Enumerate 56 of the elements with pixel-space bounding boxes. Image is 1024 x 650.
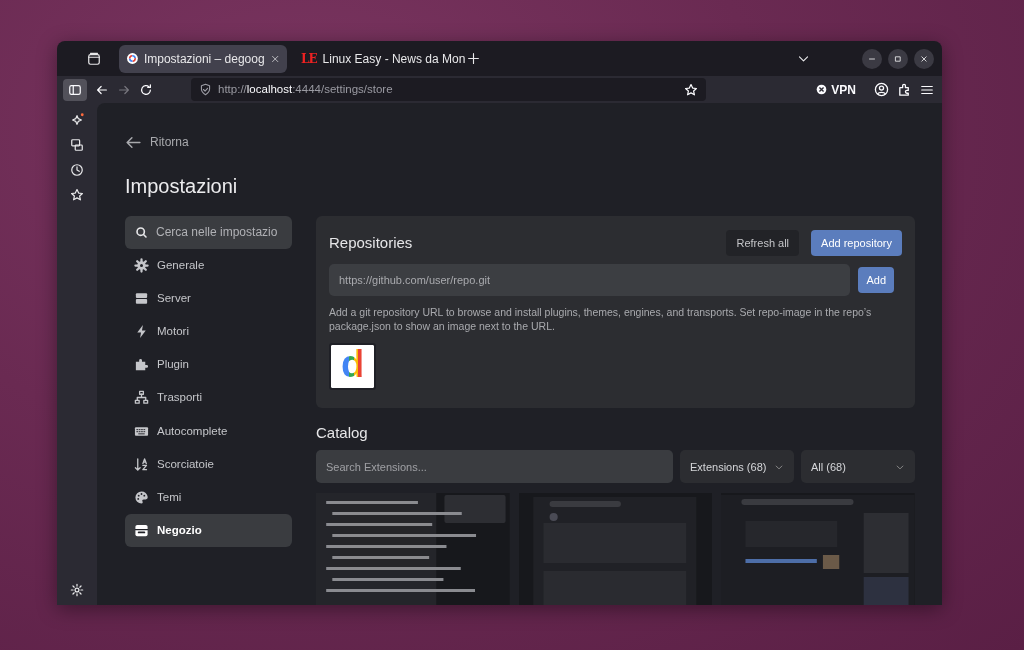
add-button[interactable]: Add xyxy=(858,266,894,294)
settings-nav-item[interactable]: Autocomplete xyxy=(125,414,292,448)
section-title: Repositories xyxy=(329,233,414,252)
new-tab-icon[interactable] xyxy=(467,52,480,65)
extension-search-field[interactable]: Search Extensions... xyxy=(316,450,673,484)
tab-overview-icon[interactable] xyxy=(87,51,101,66)
server-icon xyxy=(134,290,149,306)
bookmark-star-icon[interactable] xyxy=(684,82,698,97)
favicon-icon xyxy=(127,52,138,65)
bookmarks-icon[interactable] xyxy=(70,188,84,202)
settings-nav-item[interactable]: Motori xyxy=(125,315,292,349)
vpn-off-icon xyxy=(816,84,828,95)
history-icon[interactable] xyxy=(70,163,84,177)
settings-icon[interactable] xyxy=(70,583,84,597)
back-link[interactable]: Ritorna xyxy=(125,133,189,151)
address-bar[interactable]: http://localhost:4444/settings/store xyxy=(191,78,706,101)
close-icon[interactable] xyxy=(270,53,279,64)
favicon-logo: LE xyxy=(301,50,317,68)
sidebar-toggle-icon[interactable] xyxy=(63,78,87,101)
settings-nav-item[interactable]: Scorciatoie xyxy=(125,447,292,481)
settings-nav-item[interactable]: Server xyxy=(125,281,292,315)
account-icon[interactable] xyxy=(874,82,889,97)
extensions-icon[interactable] xyxy=(897,82,912,97)
settings-nav-item[interactable]: Negozio xyxy=(125,514,292,548)
settings-search-field[interactable]: Cerca nelle impostazio xyxy=(125,215,292,249)
settings-nav-item[interactable]: Temi xyxy=(125,481,292,514)
close-button[interactable] xyxy=(914,48,934,69)
page-title: Impostazioni xyxy=(125,173,239,198)
reload-icon[interactable] xyxy=(139,82,153,97)
repository-logo: d xyxy=(329,343,376,391)
maximize-button[interactable] xyxy=(888,48,908,69)
refresh-button[interactable]: Refresh all xyxy=(726,229,800,256)
close-icon[interactable] xyxy=(919,53,929,64)
network-icon xyxy=(134,390,149,406)
sort-icon xyxy=(134,456,149,472)
maximize-icon[interactable] xyxy=(893,53,903,64)
filter-dropdown[interactable]: All (68) xyxy=(801,450,915,484)
shield-icon xyxy=(199,83,212,96)
settings-nav-item[interactable]: Plugin xyxy=(125,348,292,382)
section-title: Catalog xyxy=(316,424,369,443)
settings-nav-item[interactable]: Trasporti xyxy=(125,381,292,415)
gear-icon xyxy=(134,257,149,273)
vpn-button[interactable]: VPN xyxy=(816,80,856,99)
help-text: Add a git repository URL to browse and install plugins, themes, engines, and transports. Set repo-image in the repo’s package.json to show an image next to the URL. xyxy=(329,306,873,334)
minimize-button[interactable] xyxy=(862,48,882,69)
browser-tab[interactable]: Impostazioni – degoog xyxy=(119,44,287,73)
palette-icon xyxy=(134,490,149,505)
puzzle-icon xyxy=(134,357,149,373)
settings-nav-item[interactable]: Generale xyxy=(125,248,292,282)
synced-tabs-icon[interactable] xyxy=(70,138,84,152)
search-icon xyxy=(135,225,148,239)
filter-dropdown[interactable]: Extensions (68) xyxy=(680,450,794,484)
store-icon xyxy=(134,523,149,539)
sparkle-icon[interactable] xyxy=(70,113,84,127)
repository-url-field[interactable]: https://github.com/user/repo.git xyxy=(329,264,851,296)
add-repository-button[interactable]: Add repository xyxy=(811,229,902,256)
